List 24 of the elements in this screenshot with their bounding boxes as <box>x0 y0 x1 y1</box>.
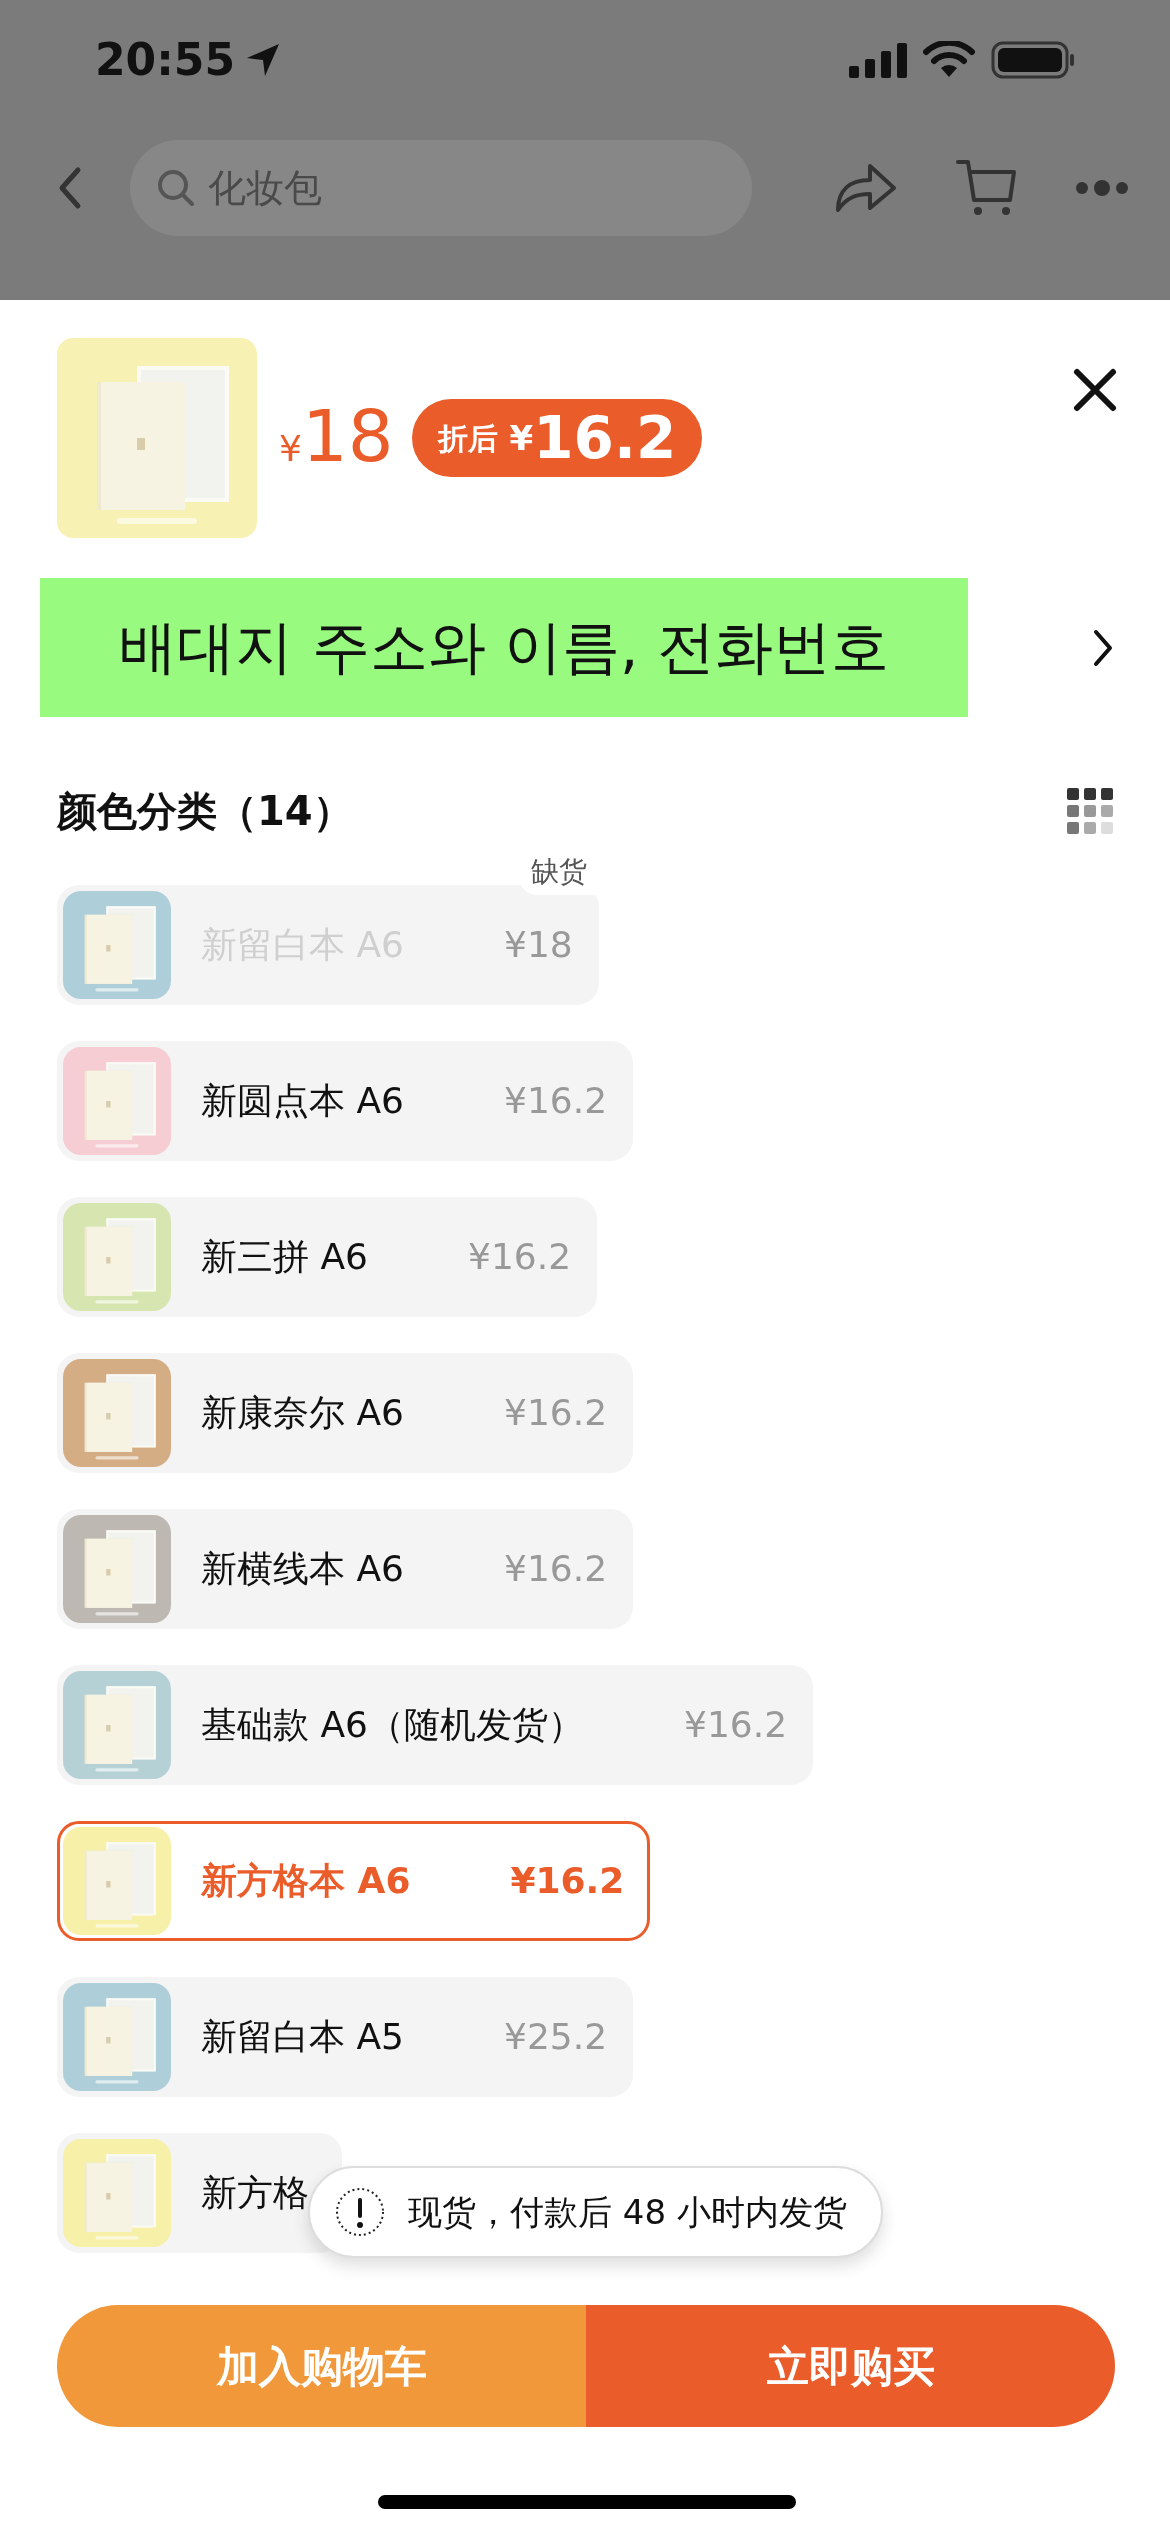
section-title: 颜色分类（14） <box>57 787 353 836</box>
signal-icon <box>849 42 907 78</box>
currency-symbol: ¥ <box>279 427 302 471</box>
option-item[interactable]: 新方格 <box>57 2133 342 2253</box>
grid-view-icon[interactable] <box>1067 788 1113 834</box>
status-time: 20:55 <box>95 33 236 87</box>
option-item[interactable]: 新留白本 A5 ¥25.2 <box>57 1977 634 2097</box>
option-item[interactable]: 新三拼 A6 ¥16.2 <box>57 1197 598 1317</box>
close-icon[interactable] <box>1073 368 1117 412</box>
option-item[interactable]: 基础款 A6（随机发货） ¥16.2 <box>57 1665 814 1785</box>
wifi-icon <box>923 41 975 79</box>
toast-text: 现货，付款后 48 小时内发货 <box>408 2190 847 2234</box>
address-banner: 배대지 주소와 이름, 전화번호 <box>40 578 968 717</box>
search-icon <box>156 168 196 208</box>
more-icon[interactable] <box>1074 178 1130 198</box>
search-field[interactable]: 化妆包 <box>130 140 752 236</box>
price: 18 <box>301 400 394 472</box>
option-item[interactable]: 新康奈尔 A6 ¥16.2 <box>57 1353 634 1473</box>
option-item[interactable]: 新横线本 A6 ¥16.2 <box>57 1509 634 1629</box>
option-item[interactable]: 新圆点本 A6 ¥16.2 <box>57 1041 634 1161</box>
exclamation-icon <box>334 2186 386 2238</box>
chevron-right-icon[interactable] <box>1091 627 1115 668</box>
discount-price-badge: 折后 ¥16.2 <box>411 399 703 477</box>
battery-icon <box>991 40 1075 80</box>
